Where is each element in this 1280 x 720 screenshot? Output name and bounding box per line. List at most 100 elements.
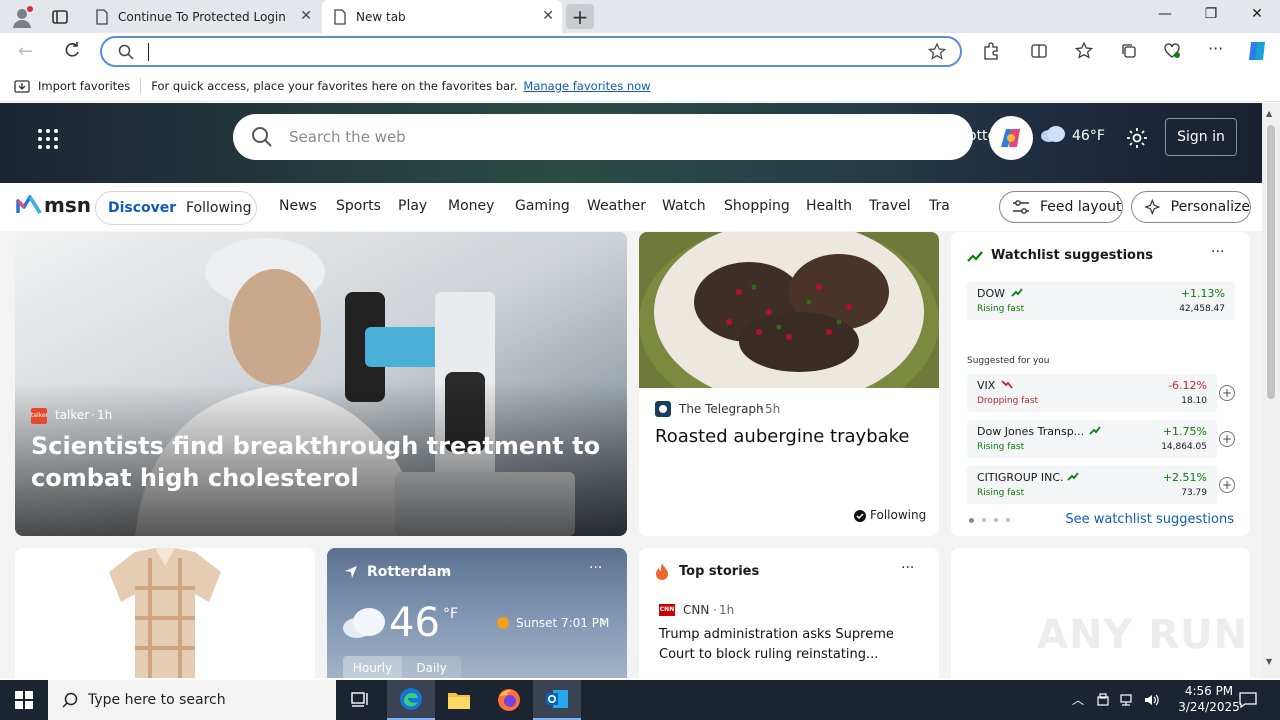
- tab-following[interactable]: Following: [186, 200, 252, 216]
- performance-heart-icon[interactable]: [1163, 42, 1181, 60]
- taskbar-search-box[interactable]: Type here to search: [48, 680, 336, 720]
- close-tab-icon[interactable]: ✕: [542, 8, 554, 24]
- copilot-button[interactable]: [989, 116, 1033, 160]
- add-to-watchlist-button[interactable]: +: [1219, 431, 1235, 447]
- telegraph-logo-icon: [655, 401, 671, 417]
- story-dot: ·: [713, 603, 717, 617]
- copilot-icon[interactable]: [1245, 39, 1269, 63]
- start-button[interactable]: [0, 680, 48, 720]
- food-source: The Telegraph: [679, 402, 764, 416]
- location-arrow-icon: [345, 566, 357, 578]
- see-watchlist-link[interactable]: See watchlist suggestions: [1065, 512, 1234, 527]
- tab-actions-icon[interactable]: [50, 7, 70, 27]
- feed-layout-button[interactable]: Feed layout: [999, 191, 1123, 223]
- add-to-watchlist-button[interactable]: +: [1219, 477, 1235, 493]
- app-launcher-icon[interactable]: [36, 127, 60, 151]
- carousel-dots[interactable]: [969, 518, 1010, 523]
- stock-status: Rising fast: [977, 304, 1025, 314]
- taskbar-file-explorer[interactable]: [435, 680, 483, 720]
- nav-money[interactable]: Money: [448, 198, 494, 214]
- scroll-down-icon[interactable]: ▼: [1266, 657, 1272, 666]
- stock-row-dow-jones-transport[interactable]: Dow Jones Transp... Rising fast +1.75% 1…: [967, 420, 1235, 458]
- split-screen-icon[interactable]: [1030, 42, 1048, 60]
- scrollbar-thumb[interactable]: [1267, 125, 1275, 399]
- extensions-icon[interactable]: [982, 42, 1000, 60]
- profile-icon[interactable]: [10, 5, 34, 29]
- web-search-box[interactable]: Search the web: [233, 114, 973, 160]
- nav-weather[interactable]: Weather: [587, 198, 646, 214]
- close-tab-icon[interactable]: ✕: [300, 8, 312, 24]
- collections-icon[interactable]: [1120, 42, 1138, 60]
- show-hidden-icons[interactable]: ︿: [1072, 691, 1084, 708]
- nav-sports[interactable]: Sports: [336, 198, 381, 214]
- stock-row-dow[interactable]: DOW Rising fast +1.13% 42,458.47: [967, 282, 1235, 320]
- following-label[interactable]: Following: [870, 508, 926, 522]
- scroll-up-icon[interactable]: ▲: [1266, 109, 1272, 118]
- new-tab-button[interactable]: +: [566, 4, 594, 29]
- nav-travel[interactable]: Travel: [869, 198, 911, 214]
- weather-city[interactable]: Rotterdam: [367, 564, 451, 580]
- more-menu-icon[interactable]: ···: [1208, 39, 1223, 58]
- weather-card[interactable]: Rotterdam ⌄ ··· 46 °F Sunset 7:01 PM › H…: [327, 548, 627, 678]
- minimize-button[interactable]: —: [1150, 6, 1180, 22]
- msn-logo-text[interactable]: msn: [44, 193, 91, 217]
- weather-more-icon[interactable]: ···: [589, 560, 602, 576]
- hero-article-card[interactable]: talker talker · 1h Scientists find break…: [15, 232, 627, 536]
- story-headline[interactable]: Trump administration asks Supreme Court …: [659, 625, 909, 665]
- weather-unit[interactable]: °F: [443, 606, 458, 622]
- restore-button[interactable]: ❐: [1196, 6, 1226, 22]
- chevron-down-icon[interactable]: ⌄: [441, 562, 451, 576]
- back-icon[interactable]: ←: [18, 41, 33, 62]
- favorite-star-icon[interactable]: [928, 43, 946, 61]
- sign-in-button[interactable]: Sign in: [1165, 118, 1237, 156]
- tab-continue-to-protected-login[interactable]: Continue To Protected Login ✕: [84, 0, 320, 33]
- taskbar-edge[interactable]: [387, 680, 435, 720]
- volume-icon[interactable]: [1143, 692, 1159, 708]
- security-icon[interactable]: [1096, 693, 1110, 707]
- window-close-button[interactable]: ✕: [1242, 6, 1272, 22]
- stock-row-citigroup[interactable]: CITIGROUP INC. Rising fast +2.51% 73.79 …: [967, 466, 1235, 504]
- stock-price: 73.79: [1181, 488, 1207, 498]
- tab-hourly[interactable]: Hourly: [343, 656, 402, 678]
- notifications-icon[interactable]: [1239, 692, 1257, 708]
- tab-daily[interactable]: Daily: [402, 656, 461, 678]
- story-time: 1h: [719, 603, 735, 617]
- top-stories-more-icon[interactable]: ···: [901, 560, 914, 576]
- hero-headline[interactable]: Scientists find breakthrough treatment t…: [31, 430, 601, 494]
- nav-shopping[interactable]: Shopping: [724, 198, 790, 214]
- page-scrollbar[interactable]: ▲ ▼: [1262, 103, 1280, 678]
- import-favorites-button[interactable]: Import favorites: [38, 79, 130, 93]
- manage-favorites-link[interactable]: Manage favorites now: [523, 79, 650, 93]
- nav-traffic[interactable]: Tra: [929, 198, 951, 214]
- nav-watch[interactable]: Watch: [662, 198, 706, 214]
- address-bar[interactable]: [100, 36, 962, 67]
- tab-new-tab[interactable]: New tab ✕: [322, 0, 562, 33]
- nav-play[interactable]: Play: [398, 198, 427, 214]
- taskbar-firefox[interactable]: [485, 680, 533, 720]
- task-view-button[interactable]: [336, 680, 384, 720]
- stock-price: 18.10: [1181, 396, 1207, 406]
- page-icon: [96, 8, 108, 25]
- add-to-watchlist-button[interactable]: +: [1219, 385, 1235, 401]
- food-headline[interactable]: Roasted aubergine traybake: [655, 425, 925, 449]
- personalize-button[interactable]: Personalize: [1131, 191, 1251, 223]
- copilot-icon: [1001, 129, 1020, 147]
- watchlist-more-icon[interactable]: ···: [1211, 244, 1224, 260]
- nav-news[interactable]: News: [279, 198, 317, 214]
- watchlist-title: Watchlist suggestions: [991, 248, 1153, 263]
- nav-health[interactable]: Health: [806, 198, 852, 214]
- network-icon[interactable]: [1119, 693, 1135, 707]
- text-cursor: [148, 43, 149, 61]
- stock-row-vix[interactable]: VIX Dropping fast -6.12% 18.10 +: [967, 374, 1235, 412]
- nav-gaming[interactable]: Gaming: [515, 198, 570, 214]
- taskbar-outlook[interactable]: [533, 680, 581, 720]
- favorites-icon[interactable]: [1074, 41, 1094, 60]
- tab-discover[interactable]: Discover: [108, 200, 176, 216]
- header-weather-temp[interactable]: 46°F: [1072, 128, 1105, 144]
- chevron-right-icon[interactable]: ›: [601, 614, 606, 628]
- refresh-icon[interactable]: [62, 40, 82, 60]
- shopping-card[interactable]: [15, 548, 315, 678]
- windows-taskbar: Type here to search ︿ 4:56 PM 3/24/2025: [0, 680, 1280, 720]
- settings-gear-icon[interactable]: [1126, 127, 1148, 149]
- food-article-card[interactable]: The Telegraph · 5h Roasted aubergine tra…: [639, 232, 939, 536]
